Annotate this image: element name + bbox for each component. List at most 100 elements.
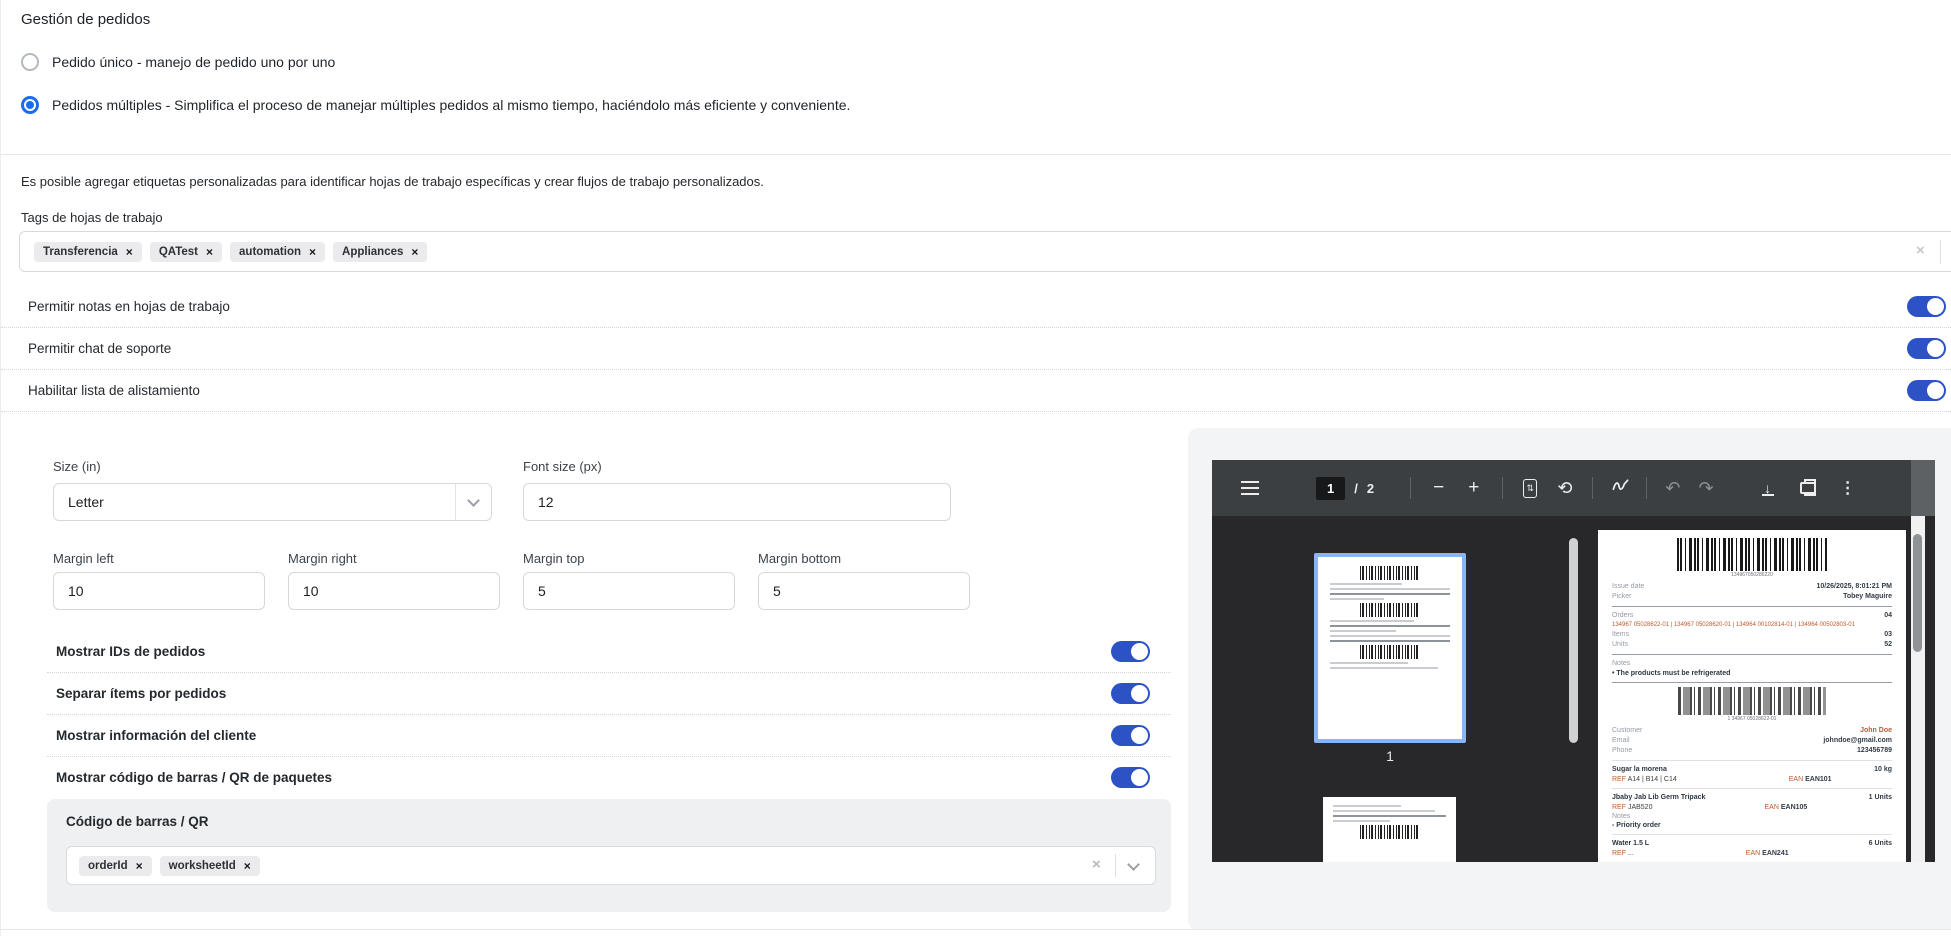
barcode-tag-chip[interactable]: worksheetId × bbox=[160, 856, 260, 876]
font-size-input[interactable]: 12 bbox=[523, 483, 951, 521]
margin-top-input[interactable]: 5 bbox=[523, 572, 735, 610]
redo-icon[interactable]: ↷ bbox=[1699, 478, 1714, 499]
tag-remove-icon[interactable]: × bbox=[206, 246, 213, 258]
viewer-edge bbox=[1925, 516, 1935, 862]
toolbar-divider bbox=[1646, 477, 1647, 499]
toggle-picking-list[interactable] bbox=[1907, 380, 1946, 401]
size-select[interactable]: Letter bbox=[53, 483, 492, 521]
toggle-row-notes: Permitir notas en hojas de trabajo bbox=[1, 286, 1951, 328]
viewer-scrollbar-thumb[interactable] bbox=[1913, 534, 1922, 652]
item-notes-label: Notes bbox=[1612, 812, 1892, 821]
ean-value: EAN101 bbox=[1805, 776, 1831, 783]
page-total: 2 bbox=[1367, 481, 1374, 496]
ean-value: EAN241 bbox=[1762, 850, 1788, 857]
zoom-out-icon[interactable]: − bbox=[1433, 477, 1444, 499]
barcode-qr-panel: Código de barras / QR orderId × workshee… bbox=[47, 799, 1171, 912]
option-label: Separar ítems por pedidos bbox=[56, 686, 226, 701]
thumbnail-content bbox=[1318, 557, 1462, 679]
margin-top-label: Margin top bbox=[523, 551, 584, 566]
tag-remove-icon[interactable]: × bbox=[309, 246, 316, 258]
zoom-in-icon[interactable]: + bbox=[1468, 477, 1479, 499]
toggle-label: Habilitar lista de alistamiento bbox=[28, 383, 200, 398]
radio-icon-selected[interactable] bbox=[21, 96, 39, 114]
toggle-package-barcode[interactable] bbox=[1111, 767, 1150, 788]
document-page-1: 134967050286220 Issue date10/26/2025, 8:… bbox=[1598, 530, 1906, 862]
mini-barcode bbox=[1360, 645, 1420, 659]
tag-chip-label: Transferencia bbox=[43, 246, 118, 258]
radio-option-multiple[interactable]: Pedidos múltiples - Simplifica el proces… bbox=[21, 96, 850, 114]
size-select-value: Letter bbox=[68, 494, 104, 510]
worksheet-tags-input[interactable]: Transferencia × QATest × automation × Ap… bbox=[19, 231, 1951, 272]
item-name: Water 1.5 L bbox=[1612, 839, 1649, 849]
issue-date-label: Issue date bbox=[1612, 582, 1644, 592]
tag-chip[interactable]: automation × bbox=[230, 242, 325, 262]
settings-page: Gestión de pedidos Pedido único - manejo… bbox=[0, 0, 1951, 936]
option-label: Mostrar IDs de pedidos bbox=[56, 644, 205, 659]
option-row-order-ids: Mostrar IDs de pedidos bbox=[47, 631, 1171, 673]
undo-icon[interactable]: ↶ bbox=[1665, 478, 1680, 499]
thumbnail-page-1-selected[interactable] bbox=[1314, 553, 1466, 743]
mini-barcode bbox=[1360, 566, 1420, 580]
clear-all-icon[interactable]: × bbox=[1916, 242, 1925, 259]
input-divider bbox=[1115, 854, 1116, 877]
option-row-split-items: Separar ítems por pedidos bbox=[47, 673, 1171, 715]
thumbnail-page-2[interactable] bbox=[1323, 797, 1456, 862]
toggle-split-items[interactable] bbox=[1111, 683, 1150, 704]
margin-right-input[interactable]: 10 bbox=[288, 572, 500, 610]
clear-all-icon[interactable]: × bbox=[1092, 856, 1101, 873]
pdf-viewer: 1 / 2 − + ⇅ ⟲ ↶ ↷ ↓ bbox=[1212, 460, 1935, 862]
item-name: Jbaby Jab Lib Germ Tripack bbox=[1612, 793, 1705, 803]
print-icon[interactable] bbox=[1800, 482, 1816, 494]
current-page-box[interactable]: 1 bbox=[1316, 477, 1345, 500]
tag-chip[interactable]: Appliances × bbox=[333, 242, 427, 262]
toggle-chat[interactable] bbox=[1907, 338, 1946, 359]
chevron-down-icon[interactable] bbox=[467, 494, 480, 507]
download-icon[interactable]: ↓ bbox=[1762, 480, 1774, 496]
more-options-icon[interactable]: ⋮ bbox=[1840, 478, 1856, 498]
margin-bottom-input[interactable]: 5 bbox=[758, 572, 970, 610]
section-divider bbox=[1, 154, 1951, 155]
toggle-show-order-ids[interactable] bbox=[1111, 641, 1150, 662]
toggle-notes[interactable] bbox=[1907, 296, 1946, 317]
tags-description: Es posible agregar etiquetas personaliza… bbox=[21, 174, 764, 189]
picker-value: Tobey Maguire bbox=[1843, 592, 1892, 602]
tag-chip[interactable]: QATest × bbox=[150, 242, 222, 262]
mini-barcode bbox=[1360, 603, 1420, 617]
order-ids: 134967 05028622-01 | 134967 05028620-01 … bbox=[1612, 621, 1892, 630]
customer-value: John Doe bbox=[1860, 726, 1892, 736]
order-barcode-caption: 1 34967 05028622-01 bbox=[1612, 716, 1892, 722]
tags-label: Tags de hojas de trabajo bbox=[21, 210, 163, 225]
fit-page-icon[interactable]: ⇅ bbox=[1523, 479, 1537, 498]
tag-remove-icon[interactable]: × bbox=[244, 860, 251, 872]
margin-left-input[interactable]: 10 bbox=[53, 572, 265, 610]
ref-label: REF bbox=[1612, 850, 1626, 857]
option-label: Mostrar información del cliente bbox=[56, 728, 256, 743]
barcode-tag-chip[interactable]: orderId × bbox=[79, 856, 152, 876]
radio-option-single[interactable]: Pedido único - manejo de pedido uno por … bbox=[21, 53, 335, 71]
tag-remove-icon[interactable]: × bbox=[136, 860, 143, 872]
tag-remove-icon[interactable]: × bbox=[126, 246, 133, 258]
ean-label: EAN bbox=[1746, 850, 1760, 857]
margin-right-value: 10 bbox=[303, 583, 319, 599]
radio-single-label: Pedido único - manejo de pedido uno por … bbox=[52, 54, 335, 70]
units-value: 52 bbox=[1884, 640, 1892, 650]
select-control[interactable] bbox=[455, 484, 491, 520]
tag-chip[interactable]: Transferencia × bbox=[34, 242, 142, 262]
annotate-icon[interactable] bbox=[1611, 476, 1630, 500]
thumbnails-scrollbar[interactable] bbox=[1569, 538, 1578, 743]
phone-label: Phone bbox=[1612, 746, 1632, 756]
ean-value: EAN105 bbox=[1781, 804, 1807, 811]
tag-remove-icon[interactable]: × bbox=[411, 246, 418, 258]
menu-icon[interactable] bbox=[1241, 487, 1259, 490]
pdf-toolbar: 1 / 2 − + ⇅ ⟲ ↶ ↷ ↓ bbox=[1212, 460, 1911, 516]
email-value: johndoe@gmail.com bbox=[1823, 736, 1892, 746]
toggle-customer-info[interactable] bbox=[1111, 725, 1150, 746]
margin-bottom-value: 5 bbox=[773, 583, 781, 599]
chevron-down-icon[interactable] bbox=[1127, 858, 1140, 871]
radio-icon-unselected[interactable] bbox=[21, 53, 39, 71]
barcode-qr-input[interactable]: orderId × worksheetId × × bbox=[66, 846, 1156, 885]
bottom-divider bbox=[1, 929, 1951, 936]
item-qty: 1 Units bbox=[1869, 793, 1892, 803]
ean-label: EAN bbox=[1789, 776, 1803, 783]
rotate-icon[interactable]: ⟲ bbox=[1557, 478, 1572, 499]
